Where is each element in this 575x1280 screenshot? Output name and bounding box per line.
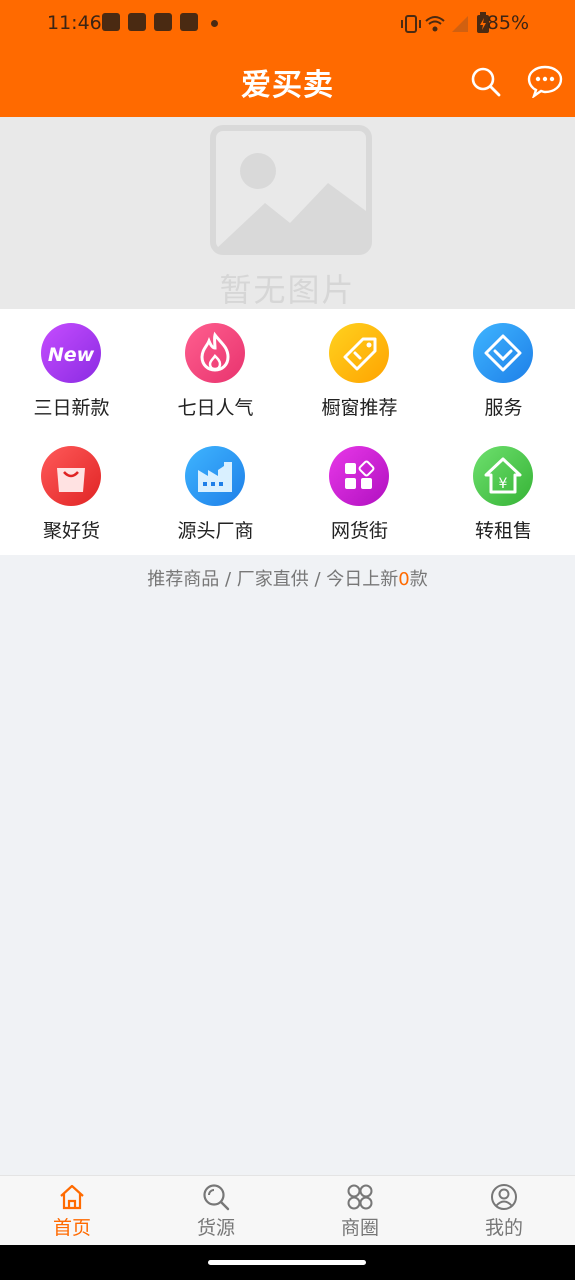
tab-label: 我的 <box>484 1217 523 1239</box>
category-label: 源头厂商 <box>177 520 254 542</box>
wifi-icon <box>425 16 445 32</box>
home-icon <box>60 1184 84 1210</box>
message-icon[interactable] <box>527 64 563 98</box>
tab-home[interactable]: 首页 <box>0 1176 144 1246</box>
battery-level: 85% <box>486 12 529 34</box>
search-source-icon <box>203 1184 230 1211</box>
svg-text:¥: ¥ <box>499 476 508 492</box>
banner[interactable]: 暂无图片 <box>0 117 575 309</box>
recommend-summary: 推荐商品 / 厂家直供 / 今日上新0款 <box>0 565 575 591</box>
category-window-recommend[interactable]: 橱窗推荐 <box>288 309 431 432</box>
search-icon[interactable] <box>470 66 502 98</box>
tab-business-circle[interactable]: 商圈 <box>288 1176 432 1246</box>
shopping-bag-icon <box>41 446 101 506</box>
profile-icon <box>491 1184 517 1210</box>
new-items-count: 0 <box>398 569 410 590</box>
new-icon: New <box>41 323 101 383</box>
tab-label: 首页 <box>52 1217 91 1239</box>
house-yen-icon: ¥ <box>473 446 533 506</box>
category-sublet-sale[interactable]: ¥ 转租售 <box>432 432 575 555</box>
recommend-prefix: 推荐商品 / 厂家直供 / 今日上新 <box>147 569 399 590</box>
home-gesture-handle[interactable] <box>208 1260 366 1265</box>
category-online-goods-street[interactable]: 网货街 <box>288 432 431 555</box>
app-header: 爱买卖 <box>0 48 575 117</box>
category-source-factory[interactable]: 源头厂商 <box>144 432 287 555</box>
recommend-suffix: 款 <box>409 569 428 590</box>
bag-notification-icon <box>128 13 146 31</box>
status-time: 11:46 <box>47 12 102 34</box>
category-grid: New 三日新款 七日人气 橱窗推荐 服务 聚好货 源头厂商 网货街 ¥ 转租售 <box>0 309 575 555</box>
category-label: 网货街 <box>330 520 388 542</box>
diamond-icon <box>473 323 533 383</box>
vibrate-icon <box>401 15 421 33</box>
tab-label: 货源 <box>196 1217 235 1239</box>
bag-notification-icon <box>180 13 198 31</box>
tag-icon <box>329 323 389 383</box>
bottom-tab-bar: 首页 货源 商圈 我的 <box>0 1175 575 1245</box>
category-label: 服务 <box>484 397 523 419</box>
fire-icon <box>185 323 245 383</box>
bag-notification-icon <box>154 13 172 31</box>
signal-icon <box>452 16 468 32</box>
svg-text:New: New <box>48 344 95 366</box>
category-service[interactable]: 服务 <box>432 309 575 432</box>
status-bar: 11:46 85% <box>0 0 575 48</box>
banner-placeholder-text: 暂无图片 <box>219 271 356 309</box>
category-label: 七日人气 <box>177 397 254 419</box>
category-label: 转租售 <box>474 520 532 542</box>
factory-icon <box>185 446 245 506</box>
system-navigation-bar <box>0 1245 575 1280</box>
tab-label: 商圈 <box>340 1217 379 1239</box>
apps-icon <box>329 446 389 506</box>
category-three-day-new[interactable]: New 三日新款 <box>0 309 143 432</box>
category-label: 橱窗推荐 <box>321 397 398 419</box>
tab-mine[interactable]: 我的 <box>432 1176 575 1246</box>
dot-icon <box>211 20 218 27</box>
category-label: 三日新款 <box>33 397 110 419</box>
bag-notification-icon <box>102 13 120 31</box>
image-placeholder-icon <box>210 125 372 255</box>
tab-source[interactable]: 货源 <box>144 1176 288 1246</box>
category-good-goods[interactable]: 聚好货 <box>0 432 143 555</box>
category-seven-day-popular[interactable]: 七日人气 <box>144 309 287 432</box>
category-label: 聚好货 <box>42 520 100 542</box>
circles-icon <box>347 1184 373 1210</box>
